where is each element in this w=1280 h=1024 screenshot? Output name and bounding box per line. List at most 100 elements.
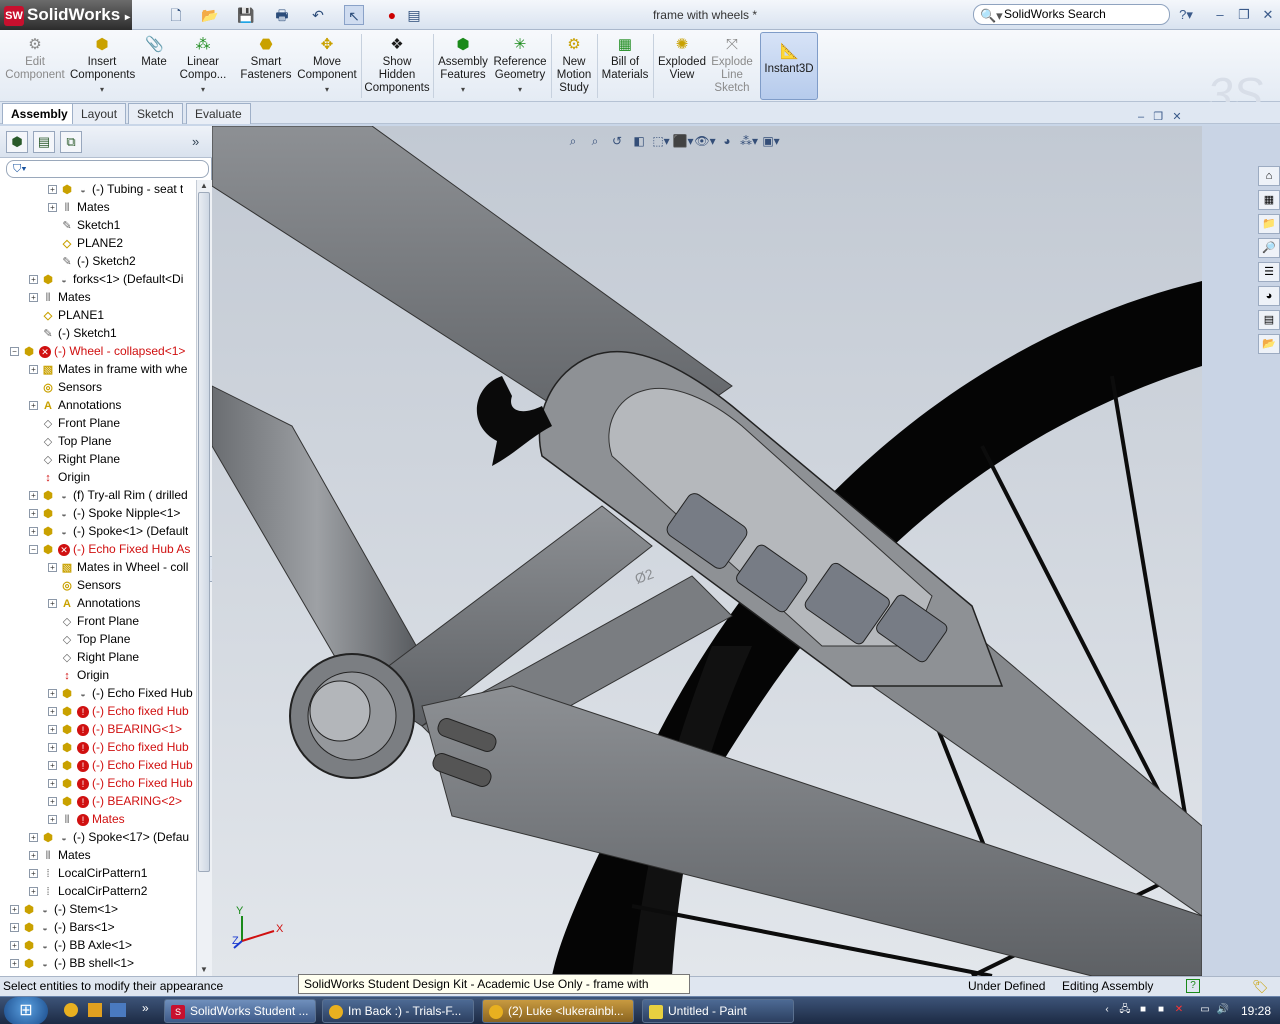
tree-item[interactable]: ◇ Right Plane: [29, 450, 120, 468]
tree-item[interactable]: ◇ Front Plane: [29, 414, 120, 432]
graphics-area[interactable]: Ø2 Y X Z ⌕ ⌕ ↺ ◧ ⬚▾ ⬛▾👁▾ ◕ ⁂▾ ▣▾: [212, 126, 1202, 976]
zoom-to-fit-icon[interactable]: ⌕: [562, 132, 584, 150]
smart-fasteners-button[interactable]: ⬣ Smart Fasteners: [236, 30, 296, 102]
undo-icon[interactable]: ↶: [308, 5, 328, 25]
start-button[interactable]: ⊞: [4, 997, 48, 1024]
show-hidden-components-button[interactable]: ❖ Show Hidden Components: [364, 30, 430, 102]
tray-app-icon[interactable]: ■: [1136, 1003, 1150, 1017]
search-input[interactable]: 🔍▾ SolidWorks Search: [973, 4, 1170, 25]
tree-item[interactable]: + ⬢ ◒ (-) Stem<1>: [10, 900, 118, 918]
tree-filter-input[interactable]: ⛉▾: [6, 160, 209, 178]
expand-toggle-icon[interactable]: +: [29, 887, 38, 897]
rebuild-traffic-light-icon[interactable]: ●: [382, 5, 402, 25]
chrome-quicklaunch-icon[interactable]: [64, 1003, 78, 1017]
hide-show-items-icon[interactable]: 👁▾: [694, 132, 716, 150]
tray-expand-icon[interactable]: ‹: [1100, 1003, 1114, 1017]
expand-toggle-icon[interactable]: +: [29, 293, 38, 303]
expand-toggle-icon[interactable]: +: [48, 815, 57, 825]
select-pointer-icon[interactable]: ↖: [344, 5, 364, 25]
tree-item[interactable]: + ⬢ ◒ (-) Bars<1>: [10, 918, 115, 936]
expand-toggle-icon[interactable]: +: [10, 905, 19, 915]
tree-item[interactable]: ◇ Top Plane: [29, 432, 112, 450]
bill-of-materials-button[interactable]: ▦ Bill of Materials: [600, 30, 650, 102]
expand-toggle-icon[interactable]: +: [48, 185, 57, 195]
tray-app-icon-2[interactable]: ■: [1154, 1003, 1168, 1017]
tab-layout[interactable]: Layout: [72, 103, 127, 124]
property-manager-tab-icon[interactable]: ▤: [33, 131, 55, 153]
tree-item[interactable]: ◇ Top Plane: [48, 630, 131, 648]
tree-item[interactable]: + ⬢ ◒ forks<1> (Default<Di: [29, 270, 183, 288]
tree-item[interactable]: + ⬢ ◒ (-) Spoke<1> (Default: [29, 522, 188, 540]
tree-item[interactable]: + A Annotations: [29, 396, 121, 414]
volume-icon[interactable]: 🔊: [1216, 1003, 1230, 1017]
zoom-to-area-icon[interactable]: ⌕: [584, 132, 606, 150]
doc-close-icon[interactable]: ✕: [1172, 111, 1181, 123]
tree-item[interactable]: ◎ Sensors: [29, 378, 102, 396]
options-icon[interactable]: ▤: [404, 5, 424, 25]
solidworks-resources-icon[interactable]: ⌂: [1258, 166, 1280, 186]
search-task-icon[interactable]: 🔎: [1258, 238, 1280, 258]
tree-item[interactable]: ◇ Right Plane: [48, 648, 139, 666]
move-component-button[interactable]: ✥ Move Component ▾: [296, 30, 358, 102]
tree-item[interactable]: ◇ Front Plane: [48, 612, 139, 630]
tree-item[interactable]: + ▧ Mates in frame with whe: [29, 360, 187, 378]
tree-item[interactable]: + ⫴! Mates: [48, 810, 125, 828]
file-explorer-icon[interactable]: 📁: [1258, 214, 1280, 234]
tree-item[interactable]: ◇ PLANE2: [48, 234, 123, 252]
expand-toggle-icon[interactable]: +: [48, 689, 57, 699]
instant3d-button[interactable]: 📐 Instant3D: [760, 32, 818, 100]
expand-toggle-icon[interactable]: +: [48, 779, 57, 789]
taskbar-item-solidworks[interactable]: S SolidWorks Student ...: [164, 999, 316, 1023]
expand-toggle-icon[interactable]: +: [48, 599, 57, 609]
tab-evaluate[interactable]: Evaluate: [186, 103, 251, 124]
tree-item[interactable]: ◎ Sensors: [48, 576, 121, 594]
tree-item[interactable]: + ⫴ Mates: [29, 846, 91, 864]
tray-error-icon[interactable]: ✕: [1172, 1003, 1186, 1017]
reference-geometry-button[interactable]: ✳ Reference Geometry ▾: [492, 30, 548, 102]
tree-item[interactable]: + ⬢ ◒ (-) BB shell<1>: [10, 954, 134, 972]
design-library-icon[interactable]: ▦: [1258, 190, 1280, 210]
help-icon[interactable]: ?▾: [1176, 6, 1196, 24]
tab-assembly[interactable]: Assembly: [2, 103, 77, 124]
scroll-up-icon[interactable]: ▲: [196, 180, 212, 192]
expand-toggle-icon[interactable]: +: [29, 491, 38, 501]
expand-toggle-icon[interactable]: +: [48, 707, 57, 717]
expand-toggle-icon[interactable]: +: [48, 725, 57, 735]
taskbar-item-chrome-luke[interactable]: (2) Luke <lukerainbi...: [482, 999, 634, 1023]
apply-scene-icon[interactable]: ⁂▾: [738, 132, 760, 150]
tree-item[interactable]: + A Annotations: [48, 594, 140, 612]
tree-item[interactable]: + ⬢! (-) Echo fixed Hub: [48, 702, 189, 720]
new-motion-study-button[interactable]: ⚙ New Motion Study: [554, 30, 594, 102]
edit-appearance-icon[interactable]: ◕: [716, 132, 738, 150]
expand-toggle-icon[interactable]: +: [10, 941, 19, 951]
linear-component-pattern-button[interactable]: ⁂ Linear Compo... ▾: [174, 30, 232, 102]
close-icon[interactable]: ✕: [1258, 6, 1278, 24]
tag-icon[interactable]: 🏷: [1252, 978, 1269, 996]
tab-sketch[interactable]: Sketch: [128, 103, 183, 124]
tree-item[interactable]: + ⬢ ◒ (f) Try-all Rim ( drilled: [29, 486, 188, 504]
view-orientation-icon[interactable]: ⬚▾: [650, 132, 672, 150]
previous-view-icon[interactable]: ↺: [606, 132, 628, 150]
tree-scrollbar-thumb[interactable]: [198, 192, 210, 872]
expand-toggle-icon[interactable]: +: [29, 401, 38, 411]
expand-toggle-icon[interactable]: +: [48, 563, 57, 573]
expand-toggle-icon[interactable]: +: [29, 527, 38, 537]
tree-item[interactable]: + ⬢ ◒ (-) Echo Fixed Hub: [48, 684, 193, 702]
tree-item[interactable]: ◇ PLANE1: [29, 306, 104, 324]
edit-component-button[interactable]: ⚙ Edit Component: [4, 30, 66, 102]
taskbar-item-chrome-trials[interactable]: Im Back :) - Trials-F...: [322, 999, 474, 1023]
expand-toggle-icon[interactable]: +: [29, 509, 38, 519]
show-desktop-icon[interactable]: [110, 1003, 126, 1017]
solidworks-menu-logo[interactable]: SW SolidWorks ▸: [0, 0, 132, 30]
expand-toggle-icon[interactable]: +: [29, 851, 38, 861]
expand-toggle-icon[interactable]: +: [48, 761, 57, 771]
tree-item[interactable]: − ⬢ ✕ (-) Wheel - collapsed<1>: [10, 342, 185, 360]
configuration-manager-tab-icon[interactable]: ⧉: [60, 131, 82, 153]
explorer-quicklaunch-icon[interactable]: [88, 1003, 102, 1017]
new-document-icon[interactable]: 🗋: [166, 5, 186, 25]
tree-item[interactable]: − ⬢ ✕ (-) Echo Fixed Hub As: [29, 540, 190, 558]
explode-line-sketch-button[interactable]: ⤧ Explode Line Sketch: [708, 30, 756, 102]
tree-item[interactable]: + ⫴ Mates: [29, 288, 91, 306]
expand-toggle-icon[interactable]: +: [48, 743, 57, 753]
assembly-features-button[interactable]: ⬢ Assembly Features ▾: [436, 30, 490, 102]
